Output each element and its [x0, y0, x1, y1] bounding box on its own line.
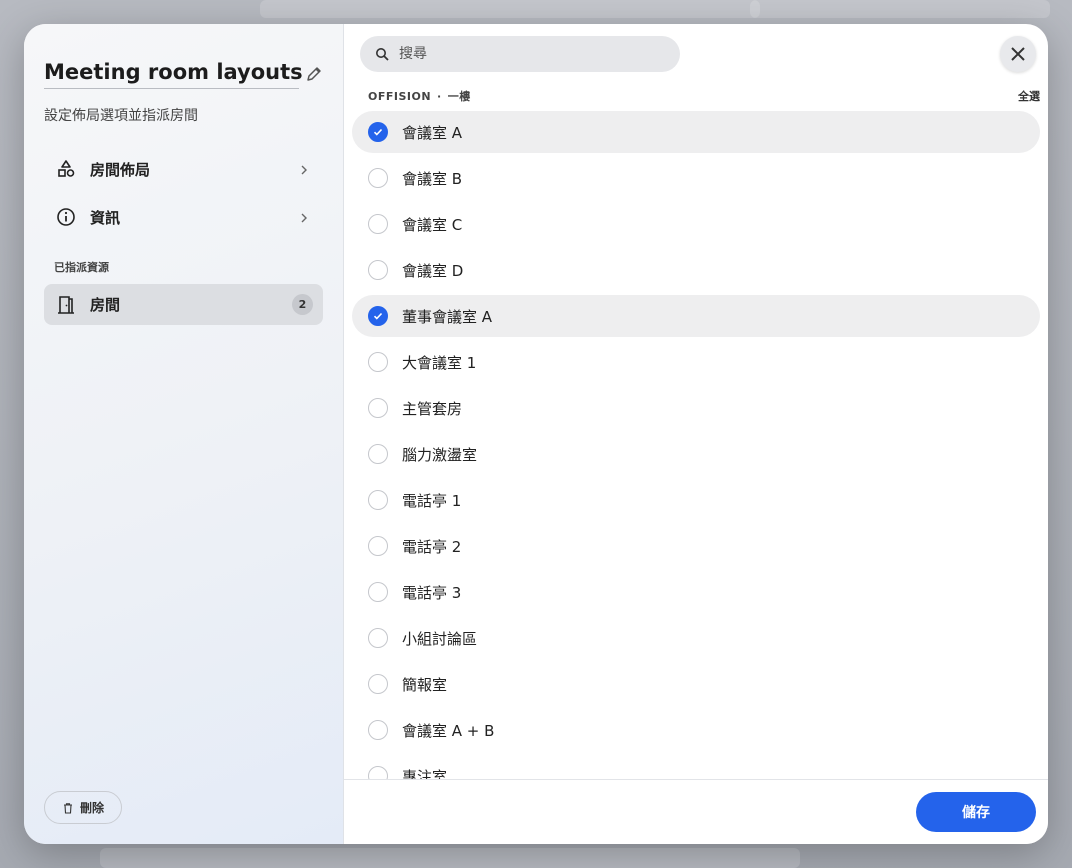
checkbox-unchecked[interactable]	[368, 352, 388, 372]
trash-icon	[63, 802, 72, 814]
room-name: 簡報室	[402, 675, 448, 694]
room-row[interactable]: 電話亭 3	[352, 571, 1040, 613]
checkmark-icon	[373, 128, 383, 136]
room-row[interactable]: 大會議室 1	[352, 341, 1040, 383]
room-row[interactable]: 會議室 A	[352, 111, 1040, 153]
separator: ·	[437, 90, 442, 103]
checkbox-unchecked[interactable]	[368, 168, 388, 188]
room-name: 董事會議室 A	[402, 307, 493, 326]
floor-name: 一樓	[447, 90, 471, 103]
shapes-icon	[56, 159, 76, 179]
delete-button[interactable]: 刪除	[44, 791, 122, 824]
footer: 儲存	[344, 779, 1048, 844]
sidebar-item-rooms[interactable]: 房間 2	[44, 284, 323, 325]
checkbox-unchecked[interactable]	[368, 260, 388, 280]
room-row[interactable]: 電話亭 1	[352, 479, 1040, 521]
nav-item-room-layout[interactable]: 房間佈局	[44, 149, 323, 189]
building-name: OFFISION	[368, 90, 432, 103]
checkmark-icon	[373, 312, 383, 320]
checkbox-unchecked[interactable]	[368, 766, 388, 779]
checkbox-unchecked[interactable]	[368, 444, 388, 464]
room-name: 電話亭 1	[402, 491, 462, 510]
group-header: OFFISION · 一樓	[368, 88, 471, 104]
checkbox-checked[interactable]	[368, 122, 388, 142]
room-row[interactable]: 簡報室	[352, 663, 1040, 705]
layout-title[interactable]: Meeting room layouts	[44, 60, 303, 89]
delete-label: 刪除	[79, 801, 104, 815]
checkbox-unchecked[interactable]	[368, 398, 388, 418]
checkbox-unchecked[interactable]	[368, 720, 388, 740]
pencil-icon[interactable]	[304, 64, 324, 84]
room-row[interactable]: 主管套房	[352, 387, 1040, 429]
room-name: 大會議室 1	[402, 353, 477, 372]
close-button[interactable]	[1000, 36, 1036, 72]
chevron-right-icon	[297, 162, 311, 176]
sidebar-item-label: 房間	[90, 296, 121, 314]
layout-modal: Meeting room layouts 設定佈局選項並指派房間 房間佈局 資訊	[24, 24, 1048, 844]
title-row: Meeting room layouts	[44, 60, 324, 92]
room-row[interactable]: 電話亭 2	[352, 525, 1040, 567]
assigned-section-label: 已指派資源	[54, 261, 109, 274]
room-name: 主管套房	[402, 399, 463, 418]
room-list: 會議室 A 會議室 B 會議室 C 會議室 D 董事會議室 A 大會議室 1 主管套房腦力激…	[352, 111, 1040, 779]
room-name: 會議室 C	[402, 215, 463, 234]
nav-label: 房間佈局	[90, 160, 151, 179]
room-name: 會議室 B	[402, 169, 463, 188]
room-picker: OFFISION · 一樓 全選 會議室 A 會議室 B 會議室 C 會議室 D 董事會議室…	[344, 24, 1048, 844]
checkbox-unchecked[interactable]	[368, 582, 388, 602]
room-row[interactable]: 會議室 C	[352, 203, 1040, 245]
checkbox-checked[interactable]	[368, 306, 388, 326]
search-icon	[376, 48, 389, 61]
room-row[interactable]: 腦力激盪室	[352, 433, 1040, 475]
search-input[interactable]	[399, 46, 649, 62]
count-badge: 2	[292, 294, 313, 315]
room-name: 會議室 A	[402, 123, 463, 142]
info-icon	[56, 207, 76, 227]
select-all-button[interactable]: 全選	[1018, 88, 1040, 104]
nav-label: 資訊	[90, 208, 121, 227]
checkbox-unchecked[interactable]	[368, 628, 388, 648]
room-row[interactable]: 會議室 A + B	[352, 709, 1040, 751]
room-name: 電話亭 2	[402, 537, 462, 556]
save-button[interactable]: 儲存	[916, 792, 1036, 832]
nav-item-info[interactable]: 資訊	[44, 197, 323, 237]
checkbox-unchecked[interactable]	[368, 490, 388, 510]
door-icon	[56, 295, 76, 315]
search-box[interactable]	[360, 36, 680, 72]
checkbox-unchecked[interactable]	[368, 214, 388, 234]
close-icon	[1011, 47, 1025, 61]
checkbox-unchecked[interactable]	[368, 674, 388, 694]
checkbox-unchecked[interactable]	[368, 536, 388, 556]
room-name: 小組討論區	[402, 629, 478, 648]
room-row[interactable]: 小組討論區	[352, 617, 1040, 659]
room-name: 電話亭 3	[402, 583, 462, 602]
room-name: 專注室	[402, 767, 448, 780]
room-name: 腦力激盪室	[402, 445, 478, 464]
room-row[interactable]: 會議室 B	[352, 157, 1040, 199]
chevron-right-icon	[297, 210, 311, 224]
room-row[interactable]: 董事會議室 A	[352, 295, 1040, 337]
layout-subtitle: 設定佈局選項並指派房間	[44, 108, 198, 124]
room-row[interactable]: 會議室 D	[352, 249, 1040, 291]
room-name: 會議室 A + B	[402, 721, 495, 740]
room-row[interactable]: 專注室	[352, 755, 1040, 779]
room-name: 會議室 D	[402, 261, 464, 280]
sidebar: Meeting room layouts 設定佈局選項並指派房間 房間佈局 資訊	[24, 24, 344, 844]
